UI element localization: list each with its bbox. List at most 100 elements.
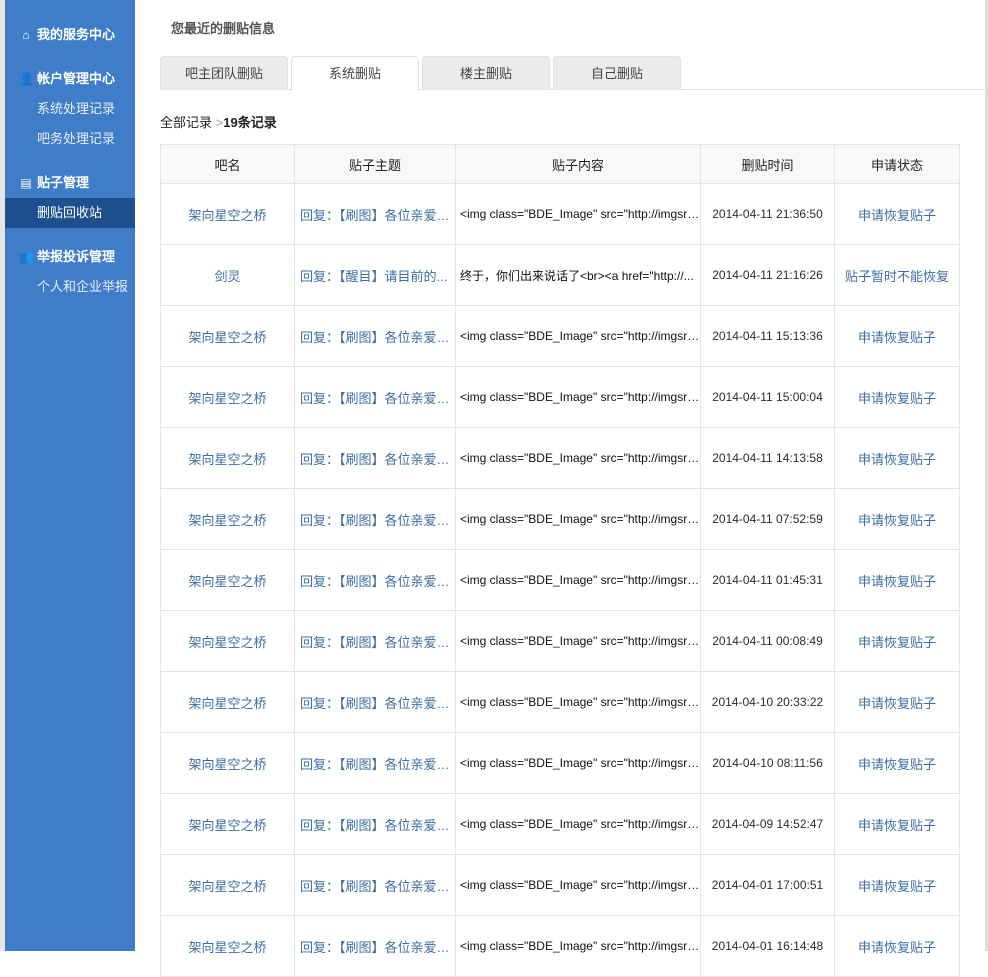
- sidebar-item[interactable]: 吧务处理记录: [5, 124, 135, 154]
- post-title-link[interactable]: 回复：【刷图】各位亲爱的...: [294, 549, 456, 611]
- post-content: <img class="BDE_Image" src="http://imgsr…: [455, 732, 701, 794]
- delete-time: 2014-04-11 15:13:36: [700, 305, 835, 367]
- delete-time: 2014-04-11 07:52:59: [700, 488, 835, 550]
- breadcrumb: 全部记录 >19条记录: [160, 112, 277, 131]
- tab-team-delete[interactable]: 吧主团队删贴: [160, 56, 288, 90]
- forum-name-link[interactable]: 架向星空之桥: [160, 793, 295, 855]
- post-content: <img class="BDE_Image" src="http://imgsr…: [455, 915, 701, 977]
- restore-status[interactable]: 申请恢复贴子: [834, 610, 960, 672]
- column-header: 删贴时间: [700, 144, 835, 184]
- post-title-link[interactable]: 回复：【醒目】请目前的...: [294, 244, 456, 306]
- post-title-link[interactable]: 回复：【刷图】各位亲爱的...: [294, 915, 456, 977]
- delete-time: 2014-04-10 20:33:22: [700, 671, 835, 733]
- post-title-link[interactable]: 回复：【刷图】各位亲爱的...: [294, 610, 456, 672]
- post-title-link[interactable]: 回复：【刷图】各位亲爱的...: [294, 488, 456, 550]
- delete-time: 2014-04-11 21:36:50: [700, 183, 835, 245]
- tab-bar: 吧主团队删贴 系统删贴 楼主删贴 自己删贴: [160, 56, 988, 91]
- restore-status[interactable]: 申请恢复贴子: [834, 671, 960, 733]
- column-header: 贴子内容: [455, 144, 701, 184]
- delete-time: 2014-04-01 16:14:48: [700, 915, 835, 977]
- post-title-link[interactable]: 回复：【刷图】各位亲爱的...: [294, 305, 456, 367]
- forum-name-link[interactable]: 架向星空之桥: [160, 549, 295, 611]
- delete-time: 2014-04-11 14:13:58: [700, 427, 835, 489]
- restore-status[interactable]: 申请恢复贴子: [834, 183, 960, 245]
- post-content: <img class="BDE_Image" src="http://imgsr…: [455, 549, 701, 611]
- forum-name-link[interactable]: 架向星空之桥: [160, 671, 295, 733]
- post-content: <img class="BDE_Image" src="http://imgsr…: [455, 671, 701, 733]
- forum-name-link[interactable]: 架向星空之桥: [160, 305, 295, 367]
- post-title-link[interactable]: 回复：【刷图】各位亲爱的...: [294, 793, 456, 855]
- sidebar-item[interactable]: 个人和企业举报: [5, 272, 135, 302]
- forum-name-link[interactable]: 架向星空之桥: [160, 854, 295, 916]
- delete-time: 2014-04-11 21:16:26: [700, 244, 835, 306]
- table-row: 架向星空之桥 回复：【刷图】各位亲爱的... <img class="BDE_Ima…: [160, 793, 960, 855]
- forum-name-link[interactable]: 剑灵: [160, 244, 295, 306]
- post-content: <img class="BDE_Image" src="http://imgsr…: [455, 183, 701, 245]
- restore-status[interactable]: 申请恢复贴子: [834, 488, 960, 550]
- user-icon: 👤: [19, 72, 34, 86]
- sidebar-section[interactable]: 👥 举报投诉管理: [5, 242, 135, 272]
- column-header: 吧名: [160, 144, 295, 184]
- post-title-link[interactable]: 回复：【刷图】各位亲爱的...: [294, 427, 456, 489]
- record-count: 19条记录: [223, 115, 277, 130]
- post-content: <img class="BDE_Image" src="http://imgsr…: [455, 305, 701, 367]
- tab-system-delete[interactable]: 系统删贴: [291, 56, 419, 91]
- forum-name-link[interactable]: 架向星空之桥: [160, 610, 295, 672]
- sidebar-section[interactable]: ▤ 贴子管理: [5, 168, 135, 198]
- delete-time: 2014-04-09 14:52:47: [700, 793, 835, 855]
- breadcrumb-root[interactable]: 全部记录: [160, 115, 212, 130]
- forum-name-link[interactable]: 架向星空之桥: [160, 915, 295, 977]
- table-row: 架向星空之桥 回复：【刷图】各位亲爱的... <img class="BDE_Ima…: [160, 183, 960, 245]
- post-title-link[interactable]: 回复：【刷图】各位亲爱的...: [294, 732, 456, 794]
- forum-name-link[interactable]: 架向星空之桥: [160, 732, 295, 794]
- home-icon: ⌂: [22, 28, 30, 42]
- restore-status[interactable]: 申请恢复贴子: [834, 427, 960, 489]
- restore-status[interactable]: 申请恢复贴子: [834, 732, 960, 794]
- tab-op-delete[interactable]: 楼主删贴: [422, 56, 550, 90]
- restore-status[interactable]: 申请恢复贴子: [834, 305, 960, 367]
- users-icon: 👥: [19, 250, 34, 264]
- sidebar-section[interactable]: ⌂ 我的服务中心: [5, 20, 135, 50]
- post-content: <img class="BDE_Image" src="http://imgsr…: [455, 488, 701, 550]
- restore-status[interactable]: 申请恢复贴子: [834, 549, 960, 611]
- forum-name-link[interactable]: 架向星空之桥: [160, 183, 295, 245]
- delete-time: 2014-04-11 00:08:49: [700, 610, 835, 672]
- table-row: 架向星空之桥 回复：【刷图】各位亲爱的... <img class="BDE_Ima…: [160, 427, 960, 489]
- sidebar-section-label: 帐户管理中心: [37, 71, 116, 86]
- forum-name-link[interactable]: 架向星空之桥: [160, 488, 295, 550]
- table-row: 剑灵 回复：【醒目】请目前的... 终于，你们出来说话了<br><a href="h…: [160, 244, 960, 306]
- column-header: 申请状态: [834, 144, 960, 184]
- delete-time: 2014-04-10 08:11:56: [700, 732, 835, 794]
- post-title-link[interactable]: 回复：【刷图】各位亲爱的...: [294, 671, 456, 733]
- sidebar-item[interactable]: 系统处理记录: [5, 94, 135, 124]
- deleted-posts-table: 吧名 贴子主题 贴子内容 删贴时间 申请状态 架向星空之桥 回复：【刷图】各位亲爱的...…: [160, 144, 960, 977]
- sidebar: ⌂ 我的服务中心 👤 帐户管理中心 系统处理记录 吧务处理记录 ▤ 贴子管理 删贴回收站 👥 举报投…: [5, 0, 135, 951]
- column-header: 贴子主题: [294, 144, 456, 184]
- post-content: <img class="BDE_Image" src="http://imgsr…: [455, 793, 701, 855]
- restore-status[interactable]: 申请恢复贴子: [834, 366, 960, 428]
- table-row: 架向星空之桥 回复：【刷图】各位亲爱的... <img class="BDE_Ima…: [160, 915, 960, 977]
- forum-name-link[interactable]: 架向星空之桥: [160, 427, 295, 489]
- forum-name-link[interactable]: 架向星空之桥: [160, 366, 295, 428]
- table-row: 架向星空之桥 回复：【刷图】各位亲爱的... <img class="BDE_Ima…: [160, 671, 960, 733]
- sidebar-item[interactable]: 删贴回收站: [5, 198, 135, 228]
- post-title-link[interactable]: 回复：【刷图】各位亲爱的...: [294, 366, 456, 428]
- post-content: <img class="BDE_Image" src="http://imgsr…: [455, 610, 701, 672]
- page-title: 您最近的删贴信息: [171, 21, 276, 36]
- main-content: 您最近的删贴信息 吧主团队删贴 系统删贴 楼主删贴 自己删贴 全部记录 >19条…: [135, 0, 988, 977]
- restore-status[interactable]: 申请恢复贴子: [834, 915, 960, 977]
- table-row: 架向星空之桥 回复：【刷图】各位亲爱的... <img class="BDE_Ima…: [160, 549, 960, 611]
- table-row: 架向星空之桥 回复：【刷图】各位亲爱的... <img class="BDE_Ima…: [160, 610, 960, 672]
- post-title-link[interactable]: 回复：【刷图】各位亲爱的...: [294, 854, 456, 916]
- post-content: <img class="BDE_Image" src="http://imgsr…: [455, 366, 701, 428]
- restore-status[interactable]: 申请恢复贴子: [834, 793, 960, 855]
- sidebar-section-label: 举报投诉管理: [37, 249, 116, 264]
- delete-time: 2014-04-11 01:45:31: [700, 549, 835, 611]
- tab-self-delete[interactable]: 自己删贴: [553, 56, 681, 90]
- restore-status[interactable]: 贴子暂时不能恢复: [834, 244, 960, 306]
- table-row: 架向星空之桥 回复：【刷图】各位亲爱的... <img class="BDE_Ima…: [160, 732, 960, 794]
- sidebar-section-label: 我的服务中心: [37, 27, 116, 42]
- restore-status[interactable]: 申请恢复贴子: [834, 854, 960, 916]
- sidebar-section[interactable]: 👤 帐户管理中心: [5, 64, 135, 94]
- post-title-link[interactable]: 回复：【刷图】各位亲爱的...: [294, 183, 456, 245]
